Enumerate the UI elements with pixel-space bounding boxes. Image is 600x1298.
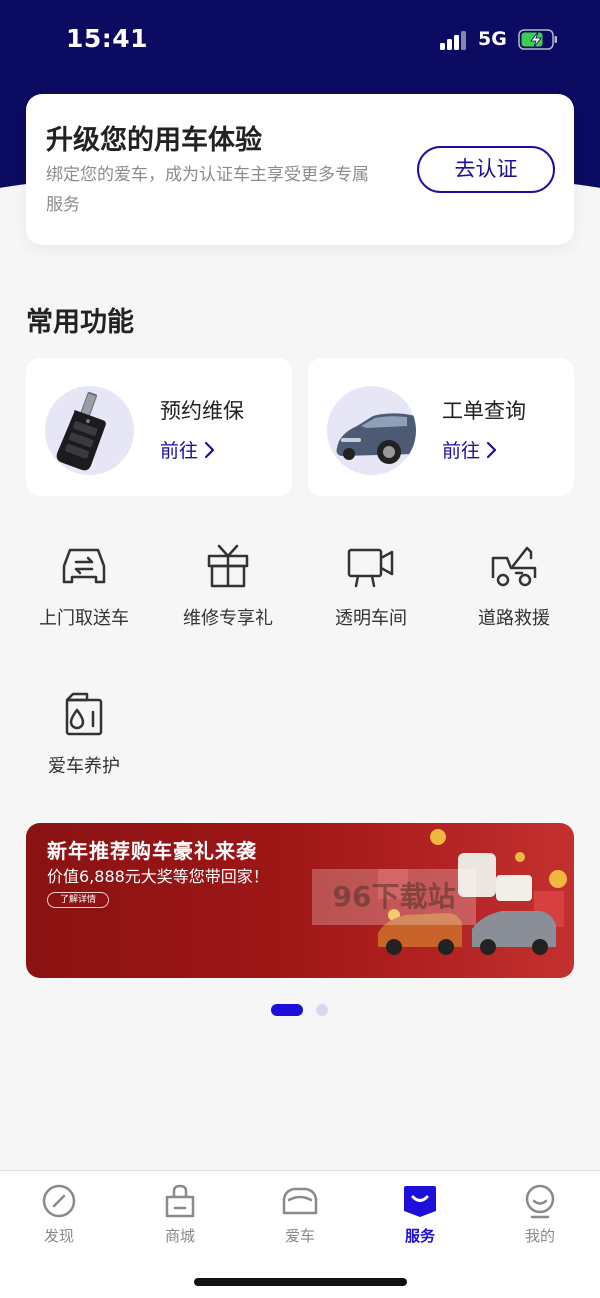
- chevron-right-icon: [486, 441, 497, 458]
- verify-description: 绑定您的爱车，成为认证车主享受更多专属服务: [46, 165, 369, 215]
- grid-label: 透明车间: [335, 608, 407, 629]
- feature-name: 工单查询: [442, 399, 526, 423]
- gift-icon: [207, 544, 249, 588]
- grid-item-car-care[interactable]: 爱车养护: [14, 688, 154, 778]
- grid-item-road-rescue[interactable]: 道路救援: [444, 542, 584, 630]
- tab-discover[interactable]: 发现: [9, 1183, 109, 1246]
- status-time: 15:41: [66, 24, 149, 53]
- compass-icon: [42, 1184, 76, 1218]
- verify-button[interactable]: 去认证: [417, 146, 555, 193]
- shopping-bag-icon: [165, 1184, 195, 1218]
- feature-link[interactable]: 前往: [160, 436, 216, 463]
- signal-icon: [440, 30, 468, 50]
- feature-card-maintenance[interactable]: 预约维保 前往: [26, 358, 292, 496]
- network-type: 5G: [478, 28, 507, 50]
- car-key-image: [45, 386, 134, 475]
- banner-subtitle: 价值6,888元大奖等您带回家！: [47, 867, 269, 886]
- grid-item-pickup-delivery[interactable]: 上门取送车: [14, 542, 154, 630]
- home-indicator: [194, 1278, 407, 1286]
- car-swap-icon: [62, 548, 106, 584]
- feature-card-work-order[interactable]: 工单查询 前往: [308, 358, 574, 496]
- watermark-logo: 96下载站: [312, 869, 476, 925]
- tab-label: 发现: [43, 1227, 74, 1245]
- verify-card: 升级您的用车体验 绑定您的爱车，成为认证车主享受更多专属服务 去认证: [26, 94, 574, 245]
- feature-name: 预约维保: [160, 399, 244, 423]
- promo-banner[interactable]: 新年推荐购车豪礼来袭 价值6,888元大奖等您带回家！ 了解详情 96下载站: [26, 823, 574, 978]
- tow-truck-icon: [491, 546, 537, 587]
- battery-charging-icon: [518, 29, 557, 50]
- feature-link-label: 前往: [160, 440, 199, 462]
- car-icon: [282, 1187, 318, 1215]
- profile-icon: [525, 1184, 555, 1219]
- verify-title: 升级您的用车体验: [46, 125, 262, 156]
- car-image: [327, 386, 416, 475]
- tab-profile[interactable]: 我的: [490, 1183, 590, 1246]
- status-bar: 15:41 5G: [0, 0, 600, 80]
- tab-service[interactable]: 服务: [370, 1183, 470, 1246]
- pagination-dot[interactable]: [316, 1004, 328, 1016]
- tab-mall[interactable]: 商城: [130, 1183, 230, 1246]
- pagination-dot-active[interactable]: [271, 1004, 303, 1016]
- grid-label: 维修专享礼: [183, 608, 273, 629]
- feature-link-label: 前往: [442, 440, 481, 462]
- grid-item-repair-gift[interactable]: 维修专享礼: [158, 542, 298, 630]
- grid-label: 爱车养护: [48, 756, 120, 777]
- oil-icon: [65, 692, 103, 736]
- banner-title: 新年推荐购车豪礼来袭: [47, 839, 257, 863]
- tab-label: 商城: [164, 1227, 195, 1245]
- tab-label: 我的: [524, 1227, 555, 1245]
- section-title: 常用功能: [26, 307, 134, 338]
- grid-item-transparent-workshop[interactable]: 透明车间: [301, 542, 441, 630]
- grid-label: 上门取送车: [39, 608, 129, 629]
- tab-label: 爱车: [284, 1227, 315, 1245]
- chevron-right-icon: [204, 441, 215, 458]
- tab-my-car[interactable]: 爱车: [250, 1183, 350, 1246]
- banner-details-button[interactable]: 了解详情: [47, 892, 109, 908]
- service-icon: [404, 1186, 436, 1217]
- grid-label: 道路救援: [478, 608, 550, 629]
- feature-link[interactable]: 前往: [442, 436, 498, 463]
- camera-icon: [347, 548, 394, 588]
- tab-label: 服务: [404, 1227, 435, 1245]
